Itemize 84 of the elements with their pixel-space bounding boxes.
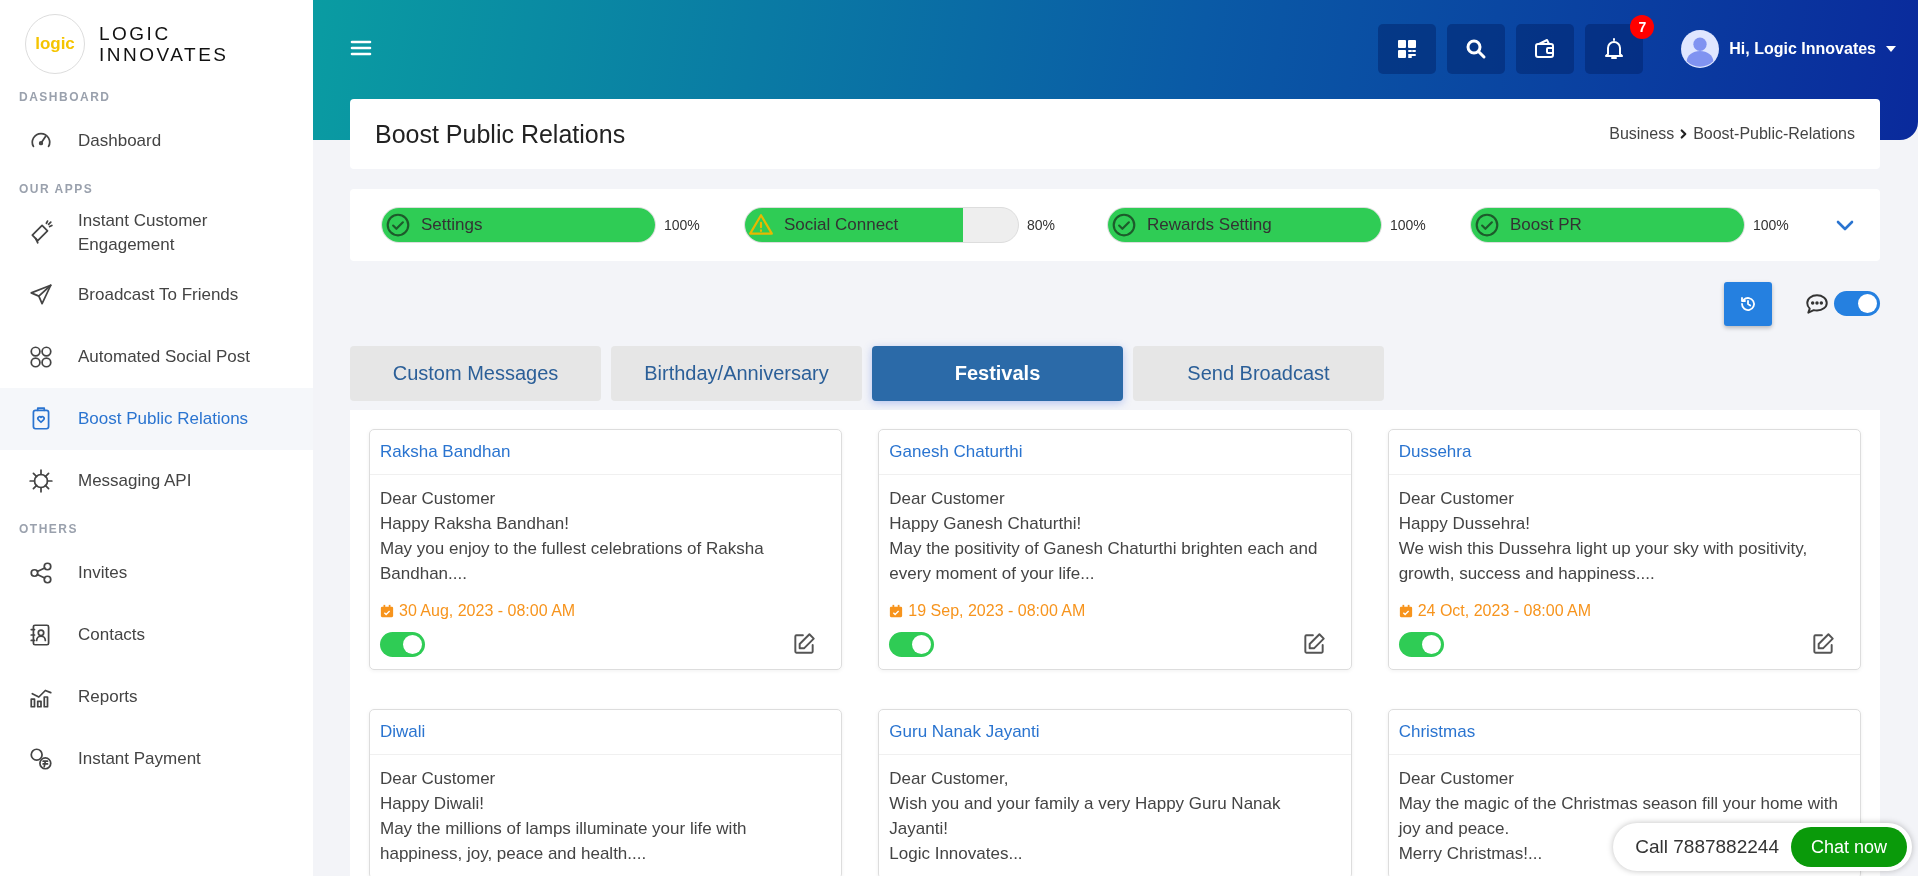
chat-now-button[interactable]: Chat now xyxy=(1790,827,1907,867)
card-title: Dussehra xyxy=(1388,430,1860,475)
progress-percent: 80% xyxy=(1027,217,1057,233)
message-line: May you enjoy to the fullest celebrations of Raksha Bandhan.... xyxy=(380,538,765,585)
share-nodes-icon xyxy=(28,560,54,586)
message-line: Merry Christmas!... xyxy=(1398,843,1543,865)
card-title: Christmas xyxy=(1388,710,1860,755)
card-title: Ganesh Chaturthi xyxy=(879,430,1351,475)
progress-percent: 100% xyxy=(1390,217,1427,233)
sidebar-item[interactable]: Reports xyxy=(0,666,313,728)
section-heading: DASHBOARD xyxy=(18,89,112,106)
progress-label: Settings xyxy=(421,215,483,235)
check-circle-icon xyxy=(385,212,411,238)
sidebar-item[interactable]: Contacts xyxy=(0,604,313,666)
message-line: May the positivity of Ganesh Chaturthi brighten each and every moment of your life... xyxy=(889,538,1319,585)
sidebar-item[interactable]: Automated Social Post xyxy=(0,326,313,388)
sidebar-item[interactable]: Dashboard xyxy=(0,110,313,172)
progress-percent: 100% xyxy=(1753,217,1790,233)
chat-toggle[interactable] xyxy=(1834,291,1880,316)
enable-toggle[interactable] xyxy=(380,631,425,657)
search-button[interactable] xyxy=(1447,24,1506,74)
message-line: Dear Customer xyxy=(1398,488,1514,510)
calendar-icon xyxy=(1398,603,1413,618)
check-circle-icon xyxy=(1474,212,1500,238)
history-icon xyxy=(1739,294,1757,313)
sidebar-item[interactable]: Messaging API xyxy=(0,450,313,512)
calendar-icon xyxy=(889,603,904,618)
sidebar-item[interactable]: Broadcast To Friends xyxy=(0,264,313,326)
section-heading: OTHERS xyxy=(18,521,79,538)
message-line: Wish you and your family a very Happy Guru Nanak Jayanti! xyxy=(889,793,1282,840)
caret-icon xyxy=(1886,46,1896,52)
tab[interactable]: Send Broadcast xyxy=(1133,346,1384,401)
message-line: Dear Customer xyxy=(1398,768,1514,790)
schedule-date: 30 Aug, 2023 - 08:00 AM xyxy=(399,601,576,621)
message-line: May the millions of lamps illuminate your life with happiness, joy, peace and health.... xyxy=(380,818,748,865)
progress-label: Social Connect xyxy=(784,215,899,235)
message-line: Happy Diwali! xyxy=(380,793,484,815)
progress-label: Boost PR xyxy=(1510,215,1582,235)
progress-percent: 100% xyxy=(664,217,701,233)
message-line: Dear Customer, xyxy=(889,768,1009,790)
message-line: Dear Customer xyxy=(889,488,1005,510)
schedule-date: 24 Oct, 2023 - 08:00 AM xyxy=(1417,601,1592,621)
chevron-right-icon xyxy=(1679,128,1689,140)
message-line: Happy Raksha Bandhan! xyxy=(380,513,570,535)
warning-icon xyxy=(748,212,774,238)
progress-label: Rewards Setting xyxy=(1147,215,1272,235)
sidebar-item[interactable]: Invites xyxy=(0,542,313,604)
brand-name: LOGIC INNOVATES xyxy=(99,23,229,65)
card-title: Guru Nanak Jayanti xyxy=(879,710,1351,755)
social-circles-icon xyxy=(28,344,54,370)
calendar-icon xyxy=(380,603,394,618)
sidebar-item[interactable]: Boost Public Relations xyxy=(0,388,313,450)
schedule-date: 19 Sep, 2023 - 08:00 AM xyxy=(908,601,1086,621)
breadcrumb-link[interactable]: Business xyxy=(1609,125,1675,143)
enable-toggle[interactable] xyxy=(1398,631,1444,657)
sidebar-item[interactable]: Instant Customer Engagement xyxy=(0,202,313,264)
message-line: Dear Customer xyxy=(380,488,496,510)
page-title: Boost Public Relations xyxy=(375,119,626,149)
qr-code-button[interactable] xyxy=(1378,24,1437,74)
section-heading: OUR APPS xyxy=(18,181,95,198)
edit-icon[interactable] xyxy=(791,631,818,657)
edit-icon[interactable] xyxy=(1810,631,1836,657)
user-menu[interactable]: Hi, Logic Innovates xyxy=(1681,30,1896,68)
tab[interactable]: Custom Messages xyxy=(350,346,601,401)
notification-badge: 7 xyxy=(1630,15,1655,39)
message-line: Happy Ganesh Chaturthi! xyxy=(889,513,1082,535)
avatar-icon xyxy=(1681,30,1720,68)
wallet-button[interactable] xyxy=(1516,24,1575,74)
card-title: Raksha Bandhan xyxy=(370,430,842,475)
message-line: We wish this Dussehra light up your sky with positivity, growth, success and happiness.... xyxy=(1398,538,1809,585)
tab[interactable]: Festivals xyxy=(872,346,1123,401)
bell-button[interactable] xyxy=(1585,24,1644,74)
sidebar-item[interactable]: Instant Payment xyxy=(0,728,313,790)
card-title: Diwali xyxy=(370,710,842,755)
check-circle-icon xyxy=(1111,212,1137,238)
logo-text: logic xyxy=(35,34,75,54)
message-line: Dear Customer xyxy=(380,768,496,790)
breadcrumb-link[interactable]: Boost-Public-Relations xyxy=(1693,125,1855,143)
payment-exchange-icon xyxy=(28,746,54,772)
message-line: Happy Dussehra! xyxy=(1398,513,1530,535)
history-button[interactable] xyxy=(1724,281,1772,326)
enable-toggle[interactable] xyxy=(889,631,935,657)
tab[interactable]: Birthday/Anniversary xyxy=(611,346,862,401)
message-line: Logic Innovates... xyxy=(889,843,1023,865)
